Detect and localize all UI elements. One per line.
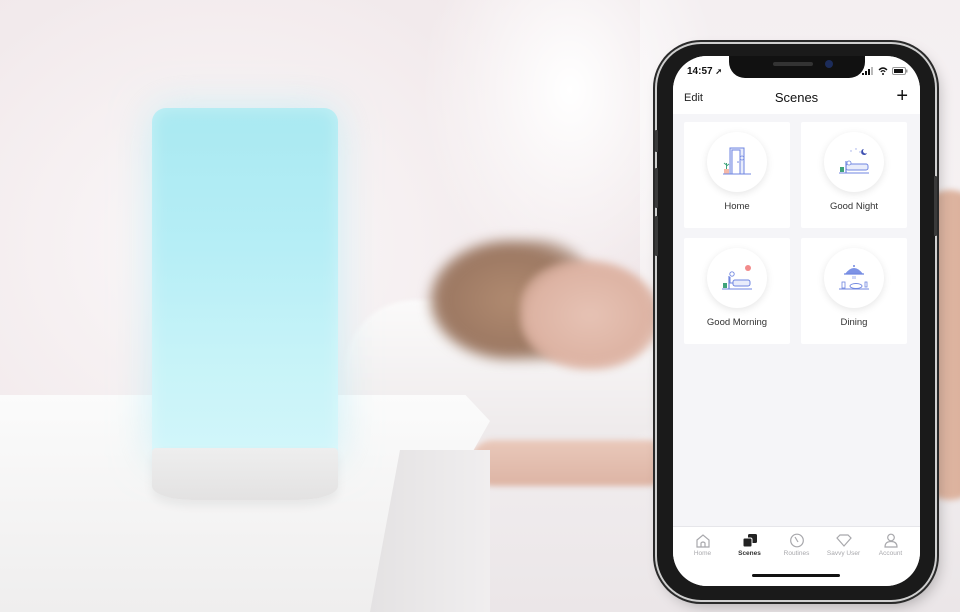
- scene-card-home[interactable]: Home: [684, 122, 790, 228]
- add-scene-button[interactable]: +: [896, 86, 908, 106]
- status-icons: [862, 67, 908, 75]
- lamp-base: [152, 448, 338, 500]
- tab-home[interactable]: Home: [679, 533, 726, 586]
- phone-notch: [729, 56, 865, 78]
- tab-label: Savvy User: [826, 550, 861, 557]
- scene-card-good-night[interactable]: Good Night: [801, 122, 907, 228]
- status-bar: 14:57 ➚: [673, 56, 920, 82]
- phone-side-button: [934, 176, 937, 236]
- bottom-tab-bar: Home Scenes Routines Savvy User Account: [673, 526, 920, 586]
- scene-label: Dining: [840, 317, 868, 328]
- tab-account[interactable]: Account: [867, 533, 914, 586]
- scene-label: Home: [724, 201, 750, 212]
- tab-label: Routines: [783, 550, 810, 557]
- scene-card-good-morning[interactable]: Good Morning: [684, 238, 790, 344]
- home-indicator[interactable]: [752, 574, 840, 577]
- bed-moon-icon: [839, 148, 869, 174]
- house-icon: [695, 534, 710, 548]
- page-title: Scenes: [774, 90, 819, 105]
- bed-sun-icon: [722, 265, 752, 290]
- tab-label: Scenes: [738, 550, 761, 557]
- cloche-icon: [839, 265, 869, 290]
- scene-label: Good Night: [829, 201, 879, 212]
- scene-label: Good Morning: [706, 317, 768, 328]
- wifi-icon: [878, 67, 888, 75]
- sleeping-woman-arm: [470, 440, 670, 486]
- earpiece-speaker: [773, 62, 813, 66]
- scene-icon-circle: [707, 132, 767, 192]
- sleeping-woman-face: [520, 260, 660, 370]
- navigation-bar: Edit Scenes +: [673, 82, 920, 114]
- location-arrow-icon: ➚: [715, 67, 723, 76]
- door-icon: [723, 147, 751, 175]
- tab-label: Home: [693, 550, 712, 557]
- scene-icon-circle: [824, 132, 884, 192]
- person-icon: [883, 533, 898, 548]
- phone-volume-down: [655, 216, 658, 256]
- tab-label: Account: [878, 550, 903, 557]
- scene-card-dining[interactable]: Dining: [801, 238, 907, 344]
- tab-scenes[interactable]: Scenes: [726, 533, 773, 586]
- diamond-icon: [835, 534, 852, 547]
- scenes-icon: [742, 534, 757, 548]
- clock-icon: [789, 533, 804, 548]
- phone-volume-up: [655, 168, 658, 208]
- signal-icon: [862, 67, 873, 75]
- smart-lamp: [152, 108, 338, 500]
- lamp-shade: [152, 108, 338, 458]
- phone-mute-switch: [655, 130, 658, 152]
- front-camera: [825, 60, 833, 68]
- status-time: 14:57 ➚: [687, 66, 723, 77]
- app-screen: 14:57 ➚ Edit Scenes + Home Good Night Go…: [673, 56, 920, 586]
- scene-icon-circle: [824, 248, 884, 308]
- battery-icon: [892, 67, 908, 75]
- tab-savvy-user[interactable]: Savvy User: [820, 533, 867, 586]
- scene-icon-circle: [707, 248, 767, 308]
- scenes-grid: Home Good Night Good Morning Dining: [684, 122, 909, 344]
- tab-routines[interactable]: Routines: [773, 533, 820, 586]
